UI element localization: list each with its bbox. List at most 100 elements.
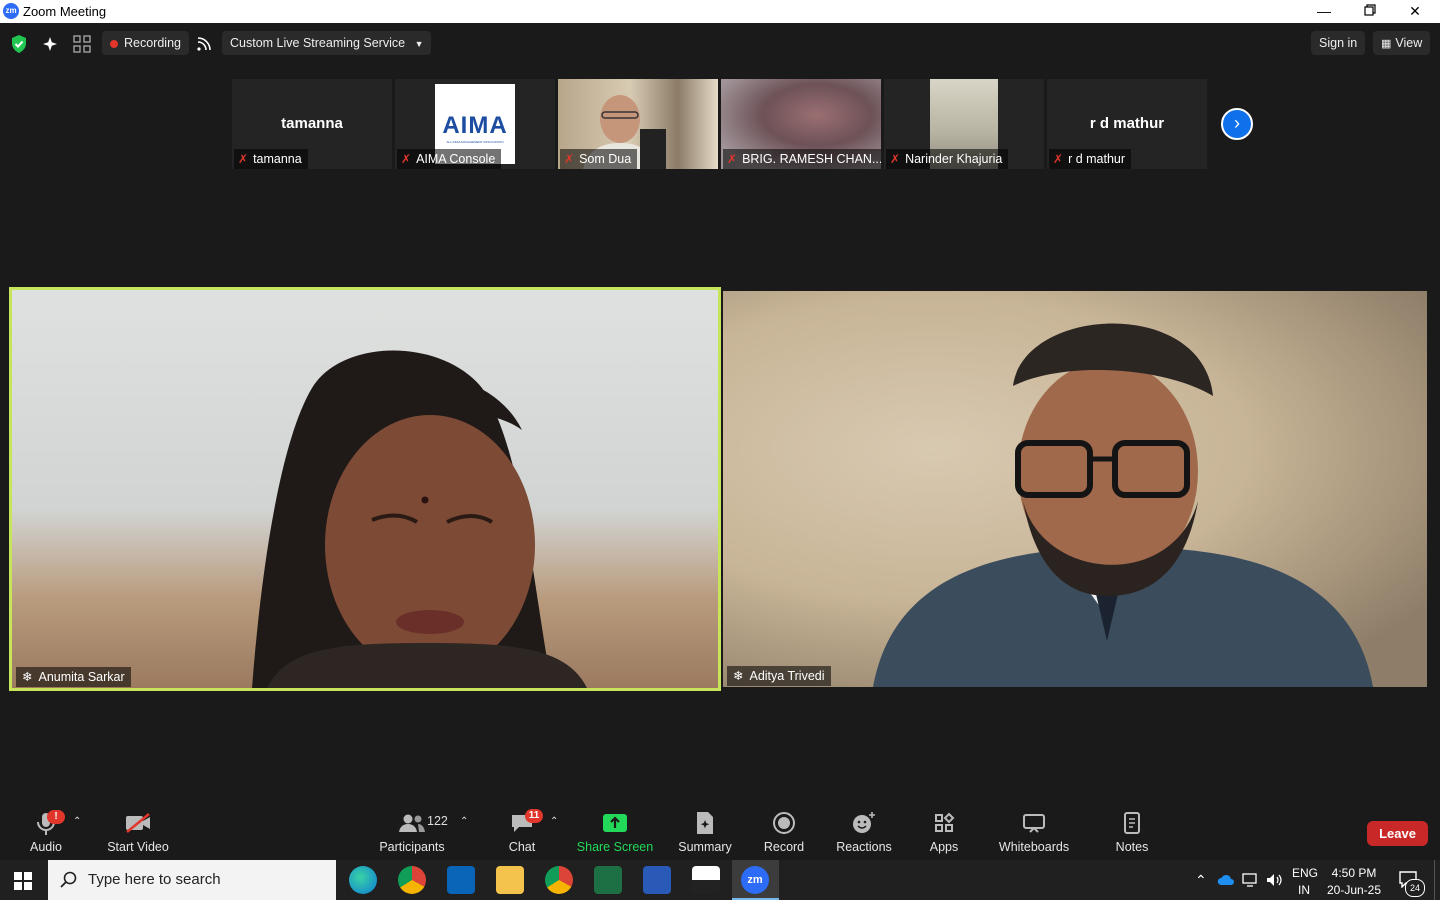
apps-icon	[935, 812, 955, 832]
record-label: Record	[763, 840, 805, 854]
reactions-label: Reactions	[836, 840, 892, 854]
participants-count: 122	[427, 814, 448, 828]
participant-label: ✗ BRIG. RAMESH CHAN...	[723, 149, 881, 169]
show-desktop-button[interactable]	[1434, 860, 1440, 900]
participants-options-caret[interactable]: ⌃	[460, 816, 468, 827]
participant-thumb-rd-mathur[interactable]: r d mathur ✗ r d mathur	[1047, 79, 1207, 169]
tray-chevron-up-icon[interactable]: ⌃	[1195, 872, 1207, 889]
record-icon	[773, 812, 795, 834]
recording-indicator[interactable]: Recording	[102, 31, 189, 55]
outlook-icon[interactable]	[447, 866, 475, 894]
pin-icon: ❄	[733, 669, 744, 683]
file-explorer-icon[interactable]	[496, 866, 524, 894]
window-title-bar: zm Zoom Meeting — ✕	[0, 0, 1440, 23]
network-icon[interactable]	[1242, 872, 1260, 891]
participants-label: Participants	[379, 840, 445, 854]
chrome-profile-c-icon[interactable]	[545, 866, 573, 894]
summary-button[interactable]: Summary	[660, 810, 750, 854]
clock-date: 20-Jun-25	[1326, 883, 1382, 897]
zoom-taskbar-active[interactable]: zm	[732, 860, 779, 900]
participant-label: ✗ tamanna	[234, 149, 308, 169]
notes-label: Notes	[1115, 840, 1149, 854]
participant-label: ✗ AIMA Console	[397, 149, 502, 169]
chevron-down-icon: ▼	[414, 39, 424, 49]
word-icon[interactable]	[643, 866, 671, 894]
share-screen-label: Share Screen	[576, 840, 654, 854]
clock-time: 4:50 PM	[1331, 866, 1377, 880]
notes-button[interactable]: Notes	[1087, 810, 1177, 854]
zoom-app-icon: zm	[3, 3, 19, 19]
leave-button[interactable]: Leave	[1367, 821, 1428, 846]
start-video-button[interactable]: Start Video	[93, 810, 183, 854]
windows-start-icon[interactable]	[14, 872, 32, 895]
video-tile-anumita-sarkar[interactable]: ❄ Anumita Sarkar	[9, 287, 721, 691]
view-button[interactable]: ▦ View	[1373, 31, 1431, 55]
excel-icon[interactable]	[594, 866, 622, 894]
meeting-top-toolbar: Recording Custom Live Streaming Service …	[0, 23, 1440, 63]
pin-icon: ❄	[22, 670, 33, 684]
video-feed-person	[873, 323, 1373, 687]
language-code: ENG	[1292, 866, 1319, 880]
gallery-grid-icon[interactable]	[73, 31, 91, 55]
filmstrip-next-button[interactable]: ›	[1221, 108, 1253, 140]
recording-dot-icon	[110, 39, 118, 48]
chat-unread-badge: 11	[525, 809, 543, 823]
meeting-controls-toolbar: Audio ! ⌃ Start Video Participants 122 ⌃…	[0, 800, 1440, 860]
streaming-service-dropdown[interactable]: Custom Live Streaming Service ▼	[222, 31, 432, 55]
participant-thumb-tamanna[interactable]: tamanna ✗ tamanna	[232, 79, 392, 169]
mic-muted-icon: ✗	[401, 152, 412, 166]
whiteboards-button[interactable]: Whiteboards	[989, 810, 1079, 854]
summary-icon	[697, 812, 713, 834]
share-screen-button[interactable]: Share Screen	[570, 810, 660, 854]
search-icon	[60, 871, 77, 888]
apps-button[interactable]: Apps	[899, 810, 989, 854]
restore-icon[interactable]	[1347, 0, 1393, 23]
video-off-icon	[126, 813, 150, 833]
encryption-shield-icon[interactable]	[10, 31, 28, 55]
view-icon: ▦	[1381, 38, 1392, 50]
chat-options-caret[interactable]: ⌃	[550, 816, 558, 827]
participant-thumb-aima-console[interactable]: AIMA ALL INDIA MANAGEMENT ASSOCIATION ✗ A…	[395, 79, 555, 169]
photos-icon[interactable]	[692, 866, 720, 894]
volume-icon[interactable]	[1265, 872, 1283, 891]
chat-label: Chat	[508, 840, 536, 854]
mic-muted-icon: ✗	[564, 152, 575, 166]
close-icon[interactable]: ✕	[1392, 0, 1438, 23]
window-title: Zoom Meeting	[23, 4, 107, 19]
recording-label: Recording	[124, 36, 181, 50]
search-placeholder: Type here to search	[88, 871, 221, 888]
live-stream-icon[interactable]	[196, 31, 212, 55]
whiteboards-label: Whiteboards	[998, 840, 1070, 854]
edge-icon[interactable]	[349, 866, 377, 894]
zoom-icon: zm	[741, 866, 769, 894]
participant-thumb-narinder-khajuria[interactable]: ✗ Narinder Khajuria	[884, 79, 1044, 169]
notification-count-badge: 24	[1405, 879, 1425, 897]
onedrive-icon[interactable]	[1217, 874, 1235, 889]
participant-label: ✗ Som Dua	[560, 149, 638, 169]
participant-label: ✗ r d mathur	[1049, 149, 1132, 169]
sign-in-button[interactable]: Sign in	[1311, 31, 1366, 55]
streaming-service-label: Custom Live Streaming Service	[230, 36, 406, 50]
windows-taskbar: Type here to search zm ⌃ ENG IN 4:50 PM …	[0, 860, 1440, 900]
start-video-label: Start Video	[107, 840, 169, 854]
record-button[interactable]: Record	[739, 810, 829, 854]
video-tile-aditya-trivedi[interactable]: ❄ Aditya Trivedi	[723, 291, 1427, 687]
language-indicator[interactable]: ENG IN	[1292, 865, 1319, 899]
region-code: IN	[1298, 883, 1310, 897]
apps-label: Apps	[929, 840, 959, 854]
reactions-button[interactable]: Reactions	[819, 810, 909, 854]
minimize-icon[interactable]: —	[1301, 0, 1347, 23]
ai-companion-sparkle-icon[interactable]	[42, 31, 58, 55]
mic-muted-icon: ✗	[238, 152, 249, 166]
chrome-profile-a-icon[interactable]	[398, 866, 426, 894]
taskbar-search-input[interactable]: Type here to search	[48, 860, 336, 900]
participant-thumb-som-dua[interactable]: ✗ Som Dua	[558, 79, 718, 169]
clock[interactable]: 4:50 PM 20-Jun-25	[1325, 865, 1383, 899]
reactions-icon	[853, 812, 875, 833]
audio-alert-badge: !	[47, 810, 65, 824]
audio-options-caret[interactable]: ⌃	[73, 816, 81, 827]
view-label: View	[1395, 36, 1423, 50]
mic-muted-icon: ✗	[890, 152, 901, 166]
participant-thumb-brig-ramesh[interactable]: ✗ BRIG. RAMESH CHAN...	[721, 79, 881, 169]
summary-label: Summary	[678, 840, 732, 854]
